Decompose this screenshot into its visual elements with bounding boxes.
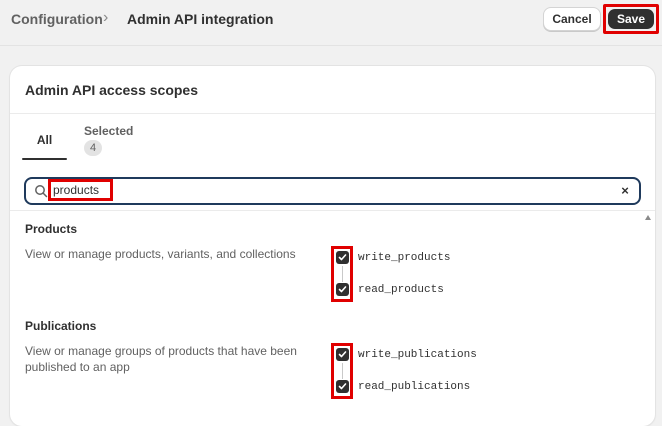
save-button-highlight: Save	[603, 4, 659, 34]
cancel-button[interactable]: Cancel	[543, 7, 601, 31]
card-divider	[10, 113, 655, 114]
scope-label-read-products: read_products	[358, 284, 444, 296]
section-title-publications: Publications	[25, 319, 97, 333]
checkmark-icon	[338, 383, 347, 390]
header-divider	[0, 45, 662, 46]
checkmark-icon	[338, 286, 347, 293]
checkbox-read-publications[interactable]	[336, 380, 349, 393]
section-description-publications: View or manage groups of products that h…	[25, 344, 297, 374]
scroll-up-arrow-icon[interactable]	[644, 214, 652, 222]
checkbox-write-products[interactable]	[336, 251, 349, 264]
checkbox-read-products[interactable]	[336, 283, 349, 296]
active-tab-indicator	[22, 158, 67, 160]
card-title: Admin API access scopes	[25, 82, 199, 98]
save-button[interactable]: Save	[608, 9, 654, 29]
scope-connector-line	[342, 363, 343, 379]
checkmark-icon	[338, 351, 347, 358]
selected-count-badge: 4	[84, 140, 102, 156]
list-divider	[10, 210, 655, 211]
clear-search-icon[interactable]: ×	[617, 181, 633, 199]
breadcrumb-parent-link[interactable]: Configuration	[11, 11, 103, 27]
scope-label-read-publications: read_publications	[358, 381, 471, 393]
search-field[interactable]: ×	[24, 177, 641, 205]
checkbox-write-publications[interactable]	[336, 348, 349, 361]
section-title-products: Products	[25, 222, 78, 236]
checkmark-icon	[338, 254, 347, 261]
scope-label-write-publications: write_publications	[358, 349, 477, 361]
scope-label-write-products: write_products	[358, 252, 451, 264]
tab-selected-label: Selected	[84, 124, 134, 138]
section-description-products: View or manage products, variants, and c…	[25, 247, 296, 261]
search-input[interactable]	[53, 182, 107, 198]
search-icon	[35, 185, 48, 198]
tab-selected[interactable]: Selected 4	[80, 120, 138, 160]
scope-connector-line	[342, 266, 343, 282]
access-scopes-card: Admin API access scopes All Selected 4 ×…	[10, 66, 655, 426]
tab-all-label: All	[36, 133, 53, 147]
top-bar: Configuration › Admin API integration Ca…	[0, 0, 662, 40]
breadcrumb-separator-icon: ›	[103, 9, 109, 26]
page-title: Admin API integration	[127, 11, 274, 27]
tab-all[interactable]: All	[22, 124, 67, 160]
